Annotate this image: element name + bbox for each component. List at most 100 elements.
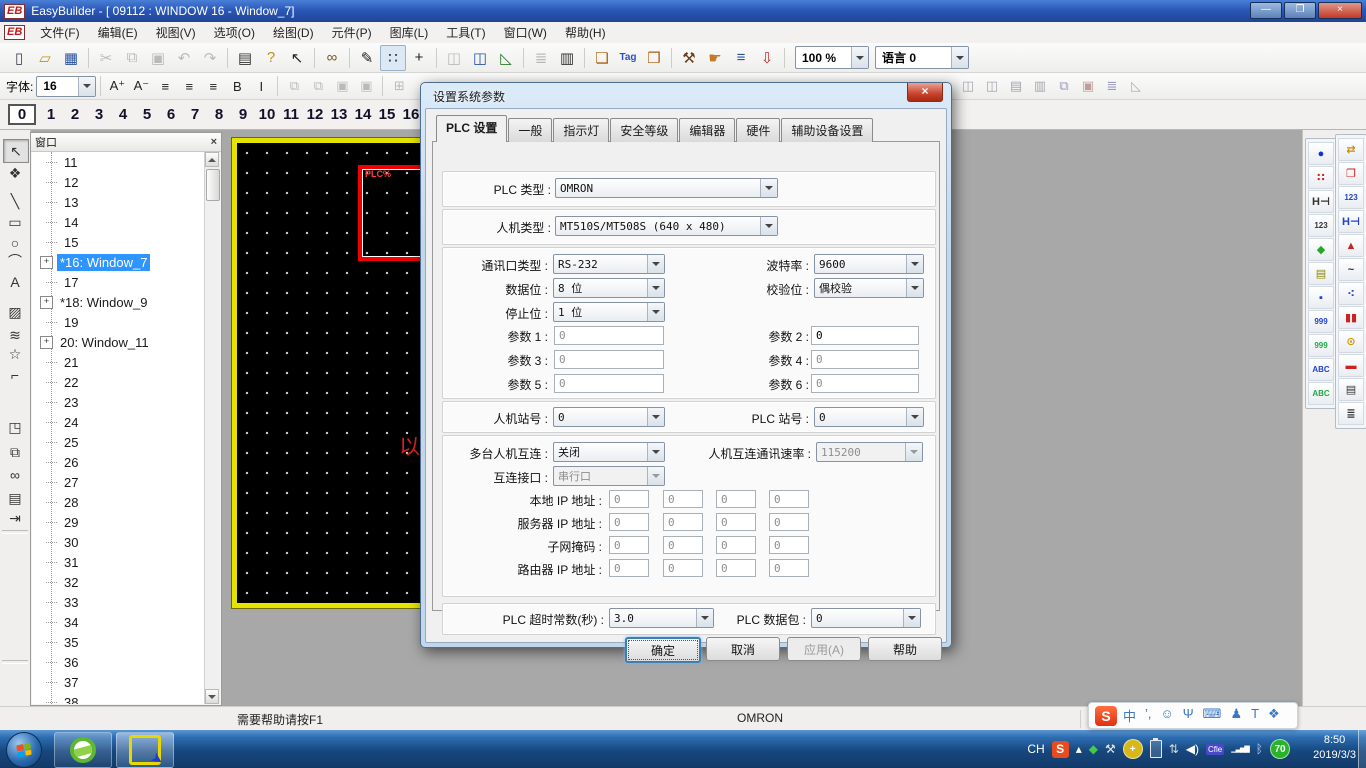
alarm-bar-icon[interactable]: ▬ <box>1338 354 1364 377</box>
ip-octet-input[interactable]: 0 <box>609 536 649 554</box>
select-tool[interactable]: ↖ <box>3 139 29 163</box>
ip-octet-input[interactable]: 0 <box>716 536 756 554</box>
print-icon[interactable]: ▤ <box>232 45 258 71</box>
param-5-input[interactable]: 0 <box>554 374 664 393</box>
font-increase-icon[interactable]: A⁺ <box>105 75 129 98</box>
text-display-icon[interactable]: ABC <box>1308 358 1334 381</box>
ip-octet-input[interactable]: 0 <box>769 513 809 531</box>
state-number-1[interactable]: 1 <box>42 106 60 123</box>
project-list-icon[interactable]: ≡ <box>728 45 754 71</box>
pattern-tool[interactable]: ▨ <box>3 301 27 323</box>
ip-octet-input[interactable]: 0 <box>663 559 703 577</box>
bit-lamp-icon[interactable]: ● <box>1308 142 1334 165</box>
window-list-item[interactable]: 38 <box>32 692 205 704</box>
download-icon[interactable]: ⇩ <box>754 45 780 71</box>
momentary-switch-icon[interactable]: H⊣ <box>1308 190 1334 213</box>
list-word-icon[interactable]: H⊣ <box>1338 210 1364 233</box>
skin-icon[interactable]: T <box>1251 706 1259 725</box>
state-number-13[interactable]: 13 <box>330 106 348 123</box>
ip-octet-input[interactable]: 0 <box>609 559 649 577</box>
window-list-item[interactable]: 30 <box>32 532 205 552</box>
meter-icon[interactable]: ⊙ <box>1338 330 1364 353</box>
window-list-item[interactable]: +*16: Window_7 <box>32 252 205 272</box>
window-list-item[interactable]: 33 <box>32 592 205 612</box>
toolbox-icon[interactable]: ❖ <box>1268 706 1280 725</box>
param-2-input[interactable]: 0 <box>811 326 919 345</box>
rectangle-tool[interactable]: ▭ <box>3 211 27 233</box>
window-list-item[interactable]: 28 <box>32 492 205 512</box>
text-format-icon[interactable]: ◫ <box>956 75 980 98</box>
state-number-0[interactable]: 0 <box>8 104 36 125</box>
window-copy-icon[interactable]: ❏ <box>589 45 615 71</box>
corner-tool[interactable]: ⌐ <box>3 364 27 386</box>
hmi-type-combo[interactable]: MT510S/MT508S (640 x 480) <box>555 216 778 236</box>
window-list-item[interactable]: +*18: Window_9 <box>32 292 205 312</box>
note-tool[interactable]: ▤ <box>3 487 27 509</box>
text-format-icon[interactable]: ⧉ <box>1052 75 1076 98</box>
panel-close-icon[interactable]: × <box>211 136 217 148</box>
ip-octet-input[interactable]: 0 <box>663 536 703 554</box>
dialog-tab[interactable]: PLC 设置 <box>436 115 507 142</box>
align-horizontal-icon[interactable]: ◫ <box>467 45 493 71</box>
window-list-item[interactable]: 12 <box>32 172 205 192</box>
menu-item[interactable]: 窗口(W) <box>495 24 556 42</box>
bold-icon[interactable]: B <box>225 75 249 98</box>
find-icon[interactable]: ∞ <box>319 45 345 71</box>
compile-tray-icon[interactable]: ⚒ <box>1105 742 1116 756</box>
recipe-icon[interactable]: ▤ <box>1338 378 1364 401</box>
scroll-up-icon[interactable] <box>205 152 219 167</box>
save-icon[interactable]: ▦ <box>58 45 84 71</box>
dialog-close-button[interactable]: × <box>907 83 943 102</box>
italic-icon[interactable]: I <box>249 75 273 98</box>
state-number-12[interactable]: 12 <box>306 106 324 123</box>
context-help-icon[interactable]: ↖ <box>284 45 310 71</box>
transform-tool[interactable]: ❖ <box>3 162 27 184</box>
compile-icon[interactable]: ⚒ <box>676 45 702 71</box>
parity-combo[interactable]: 偶校验 <box>814 278 924 298</box>
volume-icon[interactable]: ◀) <box>1186 742 1199 756</box>
window-list-item[interactable]: 37 <box>32 672 205 692</box>
state-number-16[interactable]: 16 <box>402 106 420 123</box>
grid-icon[interactable]: ∷ <box>380 45 406 71</box>
window-list-item[interactable]: 34 <box>32 612 205 632</box>
new-icon[interactable]: ▯ <box>6 45 32 71</box>
window-props-icon[interactable]: ❒ <box>641 45 667 71</box>
text-input-icon[interactable]: ABC <box>1308 382 1334 405</box>
menu-item[interactable]: 视图(V) <box>147 24 205 42</box>
port-combo[interactable]: RS-232 <box>553 254 665 274</box>
account-icon[interactable]: ♟ <box>1230 706 1242 725</box>
dialog-tab[interactable]: 一般 <box>508 118 552 142</box>
plc-type-combo[interactable]: OMRON <box>555 178 778 198</box>
hmi-station-combo[interactable]: 0 <box>553 407 665 427</box>
state-number-4[interactable]: 4 <box>114 106 132 123</box>
function-window-tool[interactable]: ◳ <box>3 416 27 438</box>
window-list-item[interactable]: 35 <box>32 632 205 652</box>
state-number-11[interactable]: 11 <box>282 106 300 123</box>
window-list-item[interactable]: 15 <box>32 232 205 252</box>
ip-octet-input[interactable]: 0 <box>769 559 809 577</box>
expand-icon[interactable]: + <box>40 256 53 269</box>
ip-octet-input[interactable]: 0 <box>716 513 756 531</box>
lang-indicator[interactable]: CH <box>1027 742 1044 756</box>
text-tool[interactable]: A <box>3 271 27 293</box>
ip-octet-input[interactable]: 0 <box>716 490 756 508</box>
close-button[interactable]: × <box>1318 2 1362 19</box>
cancel-button[interactable]: 取消 <box>706 637 780 661</box>
window-list-item[interactable]: 27 <box>32 472 205 492</box>
xy-plot-icon[interactable]: ⁖ <box>1338 282 1364 305</box>
trend-chart-icon[interactable]: ~ <box>1338 258 1364 281</box>
taskbar-app-easybuilder[interactable]: ➤ <box>116 732 174 768</box>
text-format-icon[interactable]: ▤ <box>1004 75 1028 98</box>
dialog-tab[interactable]: 指示灯 <box>553 118 609 142</box>
ime-tray-icon[interactable]: Cfle <box>1206 744 1224 755</box>
param-3-input[interactable]: 0 <box>554 350 664 369</box>
indirect-window-icon[interactable]: ❐ <box>1338 162 1364 185</box>
start-button[interactable] <box>6 732 42 768</box>
library-icon[interactable]: ▥ <box>554 45 580 71</box>
exit-tool[interactable]: ⇥ <box>3 507 27 529</box>
stop-bits-combo[interactable]: 1 位 <box>553 302 665 322</box>
state-number-9[interactable]: 9 <box>234 106 252 123</box>
text-format-icon[interactable]: ▥ <box>1028 75 1052 98</box>
list-123-icon[interactable]: 123 <box>1338 186 1364 209</box>
stamp-tool[interactable]: ⧉ <box>3 441 27 463</box>
